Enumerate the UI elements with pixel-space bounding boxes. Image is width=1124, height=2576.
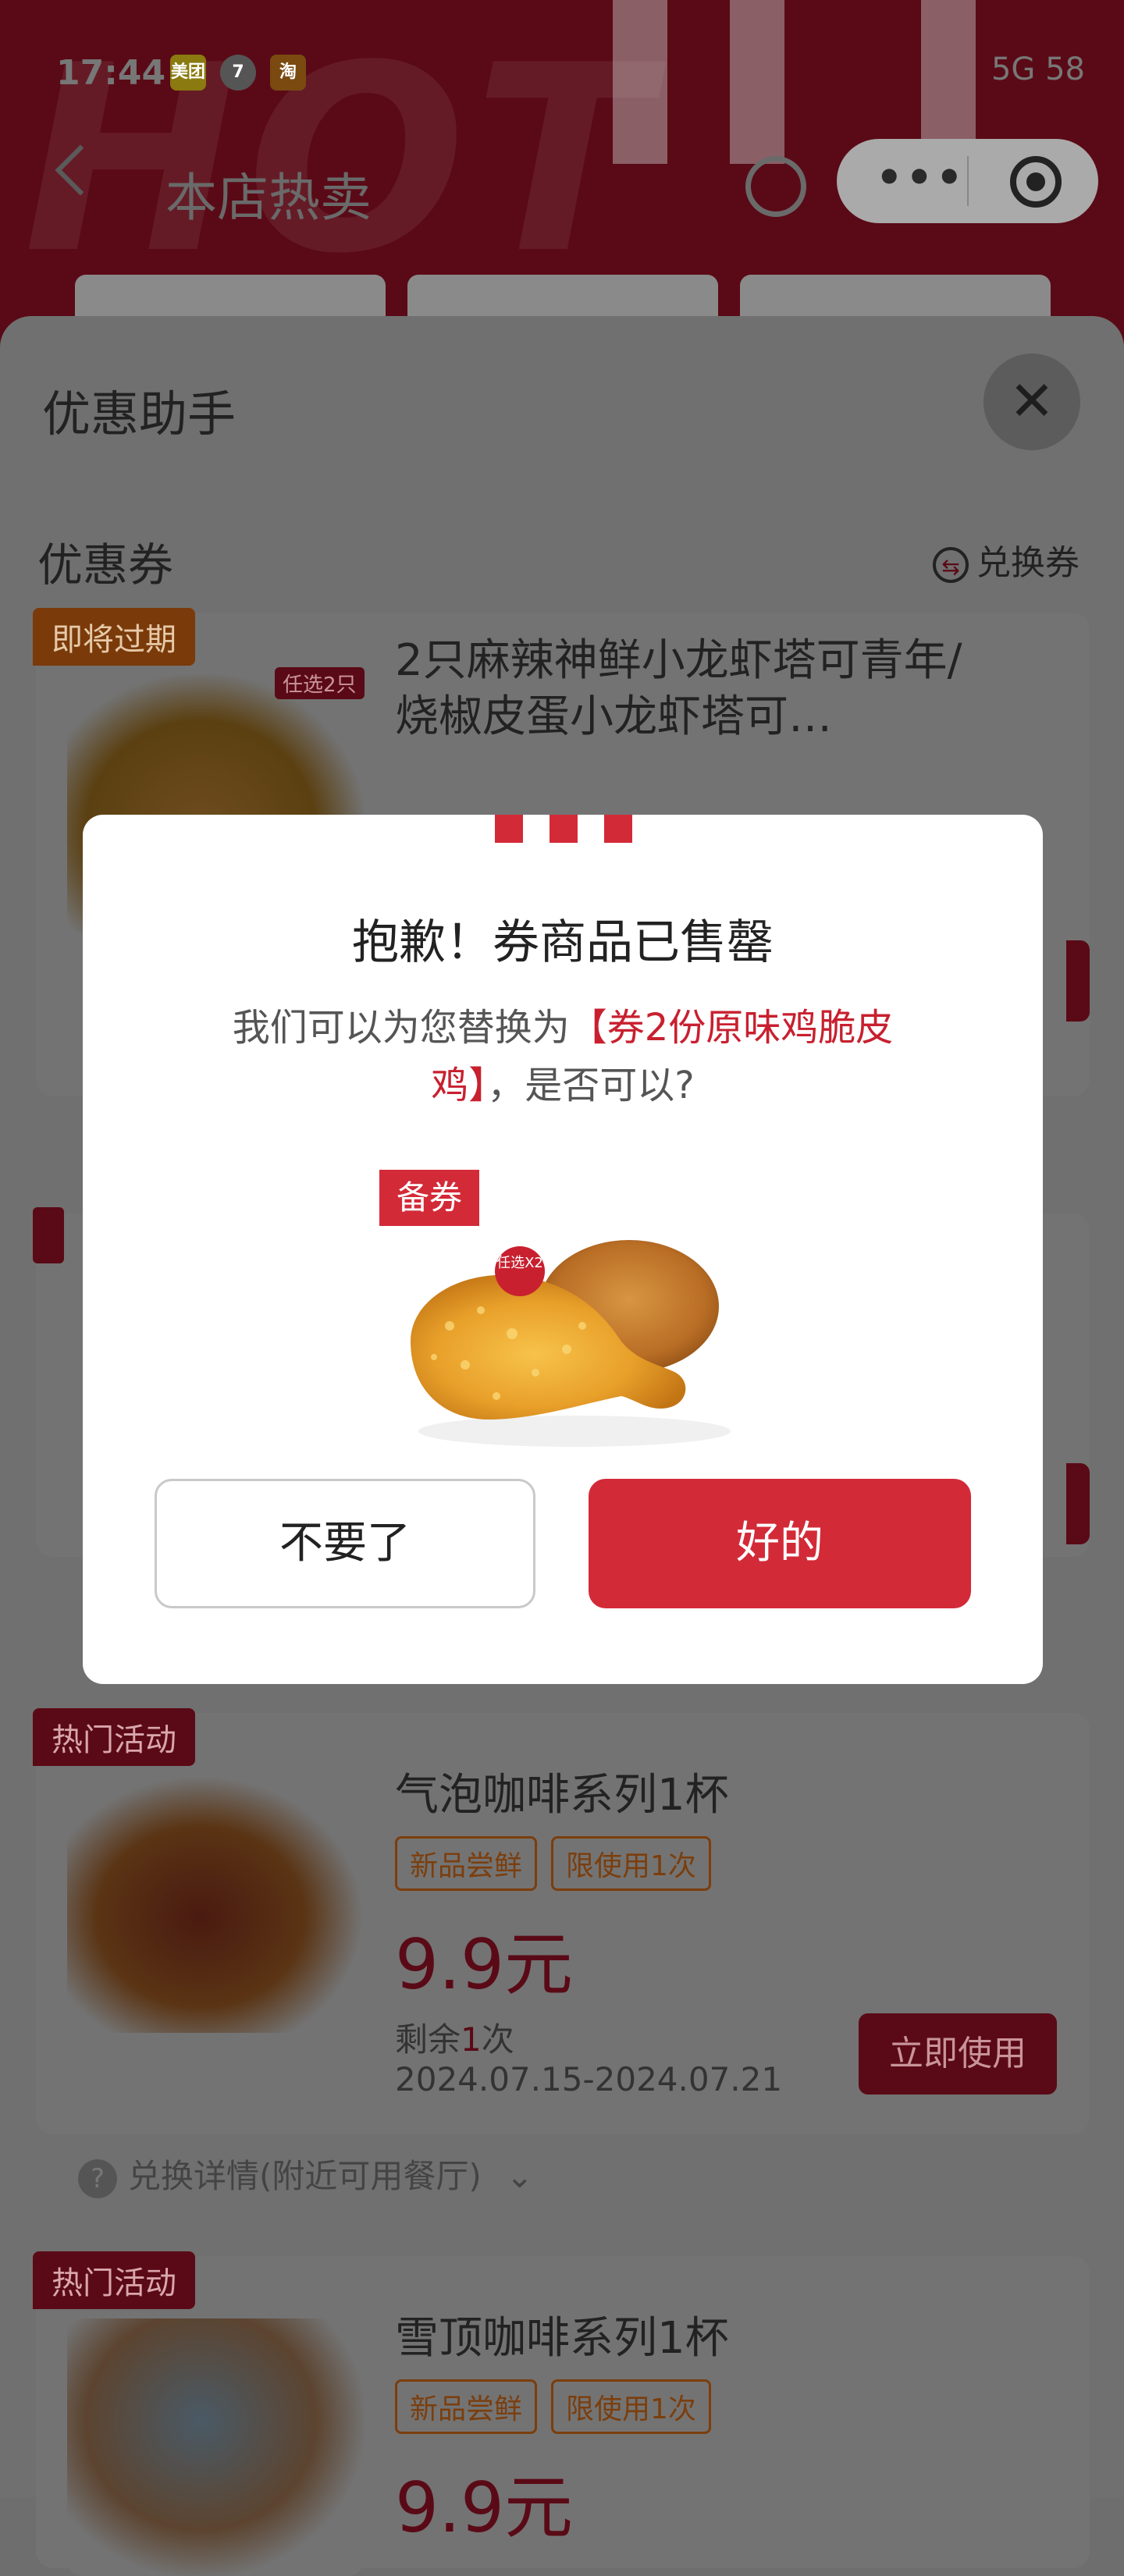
coupon-chips: 新品尝鲜 限使用1次 xyxy=(395,1836,725,1891)
dialog-title: 抱歉！券商品已售罄 xyxy=(352,915,774,970)
exchange-label: 兑换券 xyxy=(976,543,1080,583)
detail-label: 兑换详情(附近可用餐厅) xyxy=(128,2157,482,2195)
chip-new: 新品尝鲜 xyxy=(395,1836,538,1891)
coupon-tag: 热门活动 xyxy=(33,1708,195,1766)
meituan-app-icon: 美团 xyxy=(170,55,206,91)
coupon-card[interactable]: 热门活动 雪顶咖啡系列1杯 新品尝鲜 限使用1次 9.9元 xyxy=(33,2251,1090,2576)
search-icon[interactable] xyxy=(745,156,806,217)
coffee-float-image xyxy=(67,2318,364,2576)
chip-limit: 限使用1次 xyxy=(551,1836,711,1891)
remain-prefix: 剩余 xyxy=(395,2020,461,2059)
remain-count: 1 xyxy=(461,2020,482,2059)
coupon-badge: 任选2只 xyxy=(275,667,365,699)
status-indicators: 5G 58 xyxy=(991,52,1085,87)
exchange-detail-link[interactable]: ? 兑换详情(附近可用餐厅) ⌄ xyxy=(78,2150,533,2198)
sheet-title: 优惠助手 xyxy=(42,386,237,442)
coupon-remaining: 剩余1次 xyxy=(395,2013,514,2061)
coupon-card[interactable]: 热门活动 气泡咖啡系列1杯 新品尝鲜 限使用1次 9.9元 剩余1次 2024.0… xyxy=(33,1708,1090,2134)
msg-suffix: ，是否可以? xyxy=(487,1064,695,1107)
coupon-tag: 热门活动 xyxy=(33,2251,195,2309)
dialog-decoration xyxy=(550,815,578,843)
use-button[interactable] xyxy=(1066,940,1090,1022)
dialog-decoration xyxy=(604,815,632,843)
status-bar: 17:44 美团 7 淘 5G 58 xyxy=(0,0,1124,140)
chevron-down-icon: ⌄ xyxy=(506,2157,534,2195)
exchange-icon: ⇆ xyxy=(933,547,969,583)
coupon-name: 2只麻辣神鲜小龙虾塔可青年/烧椒皮蛋小龙虾塔可… xyxy=(395,635,962,742)
question-icon: ? xyxy=(78,2159,117,2198)
coupon-name: 雪顶咖啡系列1杯 xyxy=(395,2313,729,2364)
coffee-image xyxy=(67,1775,364,2033)
taobao-app-icon: 淘 xyxy=(270,55,306,91)
close-miniprogram-icon[interactable] xyxy=(1010,156,1062,208)
close-icon[interactable]: ✕ xyxy=(984,354,1080,450)
chip-new: 新品尝鲜 xyxy=(395,2379,538,2434)
use-now-button[interactable]: 立即使用 xyxy=(859,2013,1057,2095)
remain-suffix: 次 xyxy=(481,2020,514,2059)
accept-button[interactable]: 好的 xyxy=(589,1479,971,1608)
page-title: 本店热卖 xyxy=(165,168,372,228)
coupon-validity: 2024.07.15-2024.07.21 xyxy=(395,2060,783,2098)
more-menu-icon[interactable]: ••• xyxy=(876,153,966,202)
app-notification-icon: 7 xyxy=(220,55,256,91)
decline-button[interactable]: 不要了 xyxy=(155,1479,535,1608)
coupon-tag: 即将过期 xyxy=(33,608,195,666)
coupon-chips: 新品尝鲜 限使用1次 xyxy=(395,2379,725,2434)
coupon-tag xyxy=(33,1207,64,1263)
msg-prefix: 我们可以为您替换为 xyxy=(232,1006,570,1050)
miniprogram-capsule: ••• xyxy=(837,139,1098,223)
sold-out-dialog: 抱歉！券商品已售罄 我们可以为您替换为【券2份原味鸡脆皮鸡】，是否可以? 任选X… xyxy=(83,815,1043,1684)
use-button[interactable] xyxy=(1066,1463,1090,1544)
capsule-divider xyxy=(967,156,969,206)
coupon-name: 气泡咖啡系列1杯 xyxy=(395,1770,729,1821)
exchange-coupon-link[interactable]: ⇆ 兑换券 xyxy=(933,535,1080,584)
dialog-message: 我们可以为您替换为【券2份原味鸡脆皮鸡】，是否可以? xyxy=(192,999,934,1114)
chip-limit: 限使用1次 xyxy=(551,2379,711,2434)
backup-coupon-tag: 备券 xyxy=(379,1170,480,1226)
product-badge-text: 任选X2 xyxy=(496,1255,543,1271)
coupon-section-title: 优惠券 xyxy=(37,538,174,592)
coupon-price: 9.9元 xyxy=(395,2468,573,2548)
coupon-price: 9.9元 xyxy=(395,1924,573,2005)
dialog-decoration xyxy=(495,815,523,843)
replacement-product: 任选X2 备券 xyxy=(379,1170,749,1455)
status-time: 17:44 xyxy=(56,53,166,93)
